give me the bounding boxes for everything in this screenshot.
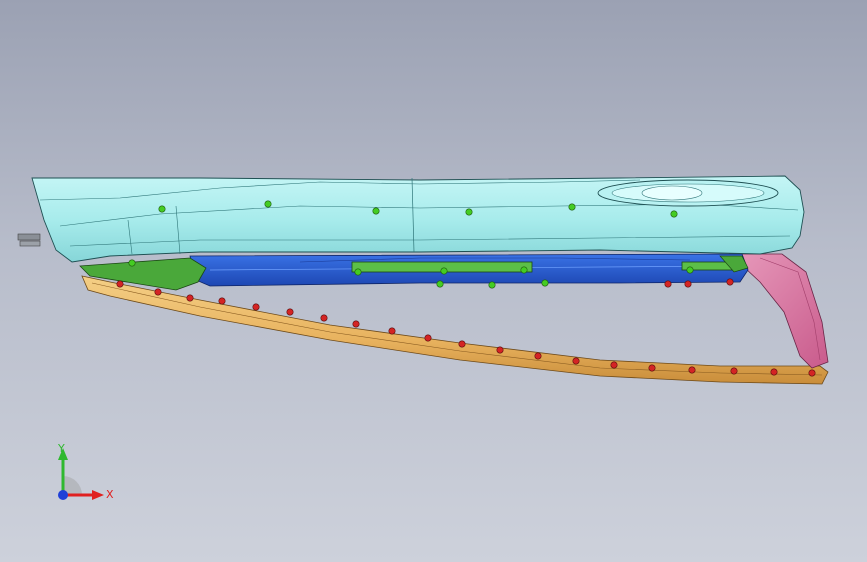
z-axis-origin-icon xyxy=(58,490,68,500)
red-fastener-icon[interactable] xyxy=(684,280,692,288)
red-fastener-icon[interactable] xyxy=(808,369,816,377)
green-fastener-icon[interactable] xyxy=(158,205,166,213)
green-fastener-icon[interactable] xyxy=(670,210,678,218)
x-axis-label: X xyxy=(106,488,114,501)
red-fastener-icon[interactable] xyxy=(726,278,734,286)
red-fastener-icon[interactable] xyxy=(352,320,360,328)
x-axis-arrowhead-icon xyxy=(92,490,104,500)
green-fastener-icon[interactable] xyxy=(372,207,380,215)
green-fastener-icon[interactable] xyxy=(686,266,694,274)
orange-strip[interactable] xyxy=(81,275,829,385)
red-fastener-icon[interactable] xyxy=(218,297,226,305)
red-fastener-icon[interactable] xyxy=(688,366,696,374)
cad-model[interactable] xyxy=(0,0,867,562)
coordinate-triad[interactable]: Y X xyxy=(48,440,118,510)
cyan-trim-panel[interactable] xyxy=(31,175,805,263)
red-fastener-icon[interactable] xyxy=(770,368,778,376)
red-fastener-icon[interactable] xyxy=(286,308,294,316)
red-fastener-icon[interactable] xyxy=(458,340,466,348)
red-fastener-icon[interactable] xyxy=(534,352,542,360)
green-fastener-icon[interactable] xyxy=(354,268,362,276)
red-fastener-icon[interactable] xyxy=(154,288,162,296)
red-fastener-icon[interactable] xyxy=(424,334,432,342)
green-fastener-icon[interactable] xyxy=(541,279,549,287)
green-fastener-icon[interactable] xyxy=(568,203,576,211)
red-fastener-icon[interactable] xyxy=(186,294,194,302)
3d-viewport[interactable]: Y X xyxy=(0,0,867,562)
red-fastener-icon[interactable] xyxy=(730,367,738,375)
connector-stub[interactable] xyxy=(17,233,41,247)
red-fastener-icon[interactable] xyxy=(572,357,580,365)
green-fastener-icon[interactable] xyxy=(465,208,473,216)
red-fastener-icon[interactable] xyxy=(320,314,328,322)
red-fastener-icon[interactable] xyxy=(496,346,504,354)
y-axis-label: Y xyxy=(57,442,65,455)
red-fastener-icon[interactable] xyxy=(610,361,618,369)
green-fastener-icon[interactable] xyxy=(520,266,528,274)
red-fastener-icon[interactable] xyxy=(388,327,396,335)
green-fastener-icon[interactable] xyxy=(264,200,272,208)
green-fastener-icon[interactable] xyxy=(440,267,448,275)
red-fastener-icon[interactable] xyxy=(116,280,124,288)
green-fastener-icon[interactable] xyxy=(128,259,136,267)
red-fastener-icon[interactable] xyxy=(648,364,656,372)
red-fastener-icon[interactable] xyxy=(664,280,672,288)
red-fastener-icon[interactable] xyxy=(252,303,260,311)
green-fastener-icon[interactable] xyxy=(488,281,496,289)
green-fastener-icon[interactable] xyxy=(436,280,444,288)
vent-oval[interactable] xyxy=(597,179,779,207)
